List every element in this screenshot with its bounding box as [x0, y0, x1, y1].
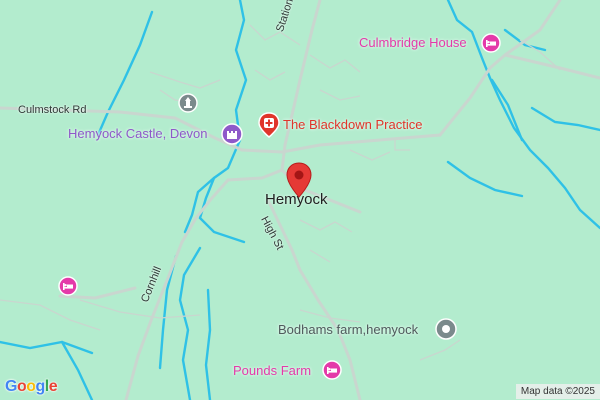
hotel-icon[interactable]: [481, 33, 501, 53]
poi-label-practice[interactable]: The Blackdown Practice: [283, 118, 422, 131]
poi-label-culmbridge[interactable]: Culmbridge House: [359, 36, 467, 49]
logo-letter: e: [48, 378, 58, 395]
logo-letter: o: [26, 378, 36, 395]
logo-letter: G: [5, 378, 17, 395]
hotel-icon[interactable]: [58, 276, 78, 296]
poi-label-bodhams[interactable]: Bodhams farm,hemyock: [278, 323, 418, 336]
place-dot-icon[interactable]: [435, 318, 457, 340]
hotel-icon[interactable]: [322, 360, 342, 380]
map-canvas[interactable]: Culmstock Rd Station Rd High St Cornhill…: [0, 0, 600, 400]
poi-label-pounds[interactable]: Pounds Farm: [233, 364, 311, 377]
road-label-culmstock: Culmstock Rd: [18, 104, 87, 116]
hospital-icon[interactable]: [258, 112, 280, 138]
logo-letter: o: [16, 378, 27, 395]
google-logo[interactable]: Google: [5, 378, 58, 396]
poi-label-castle[interactable]: Hemyock Castle, Devon: [68, 127, 207, 140]
logo-letter: g: [35, 378, 46, 395]
map-data-attribution[interactable]: Map data ©2025: [515, 384, 600, 399]
monument-icon[interactable]: [178, 93, 198, 113]
castle-icon[interactable]: [221, 123, 243, 145]
location-marker-icon[interactable]: [285, 162, 313, 198]
